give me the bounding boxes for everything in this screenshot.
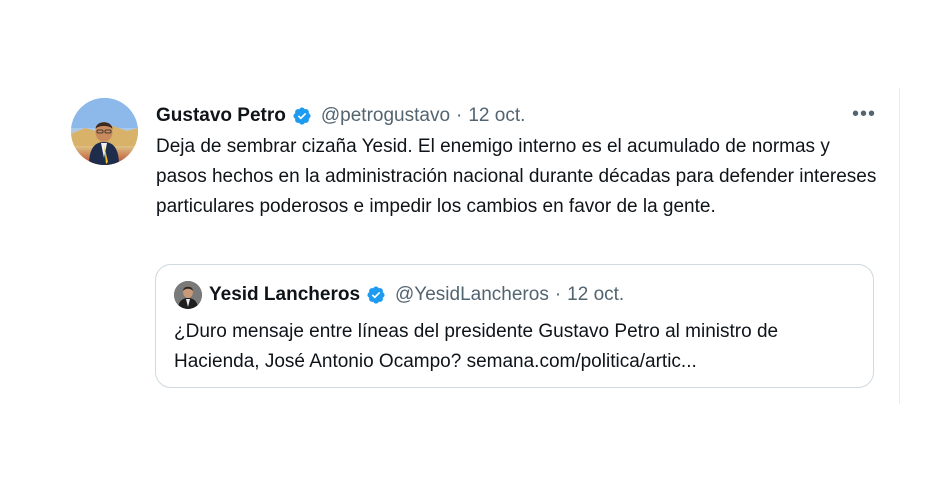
quoted-author-name: Yesid Lancheros	[209, 284, 361, 305]
quoted-tweet[interactable]: Yesid Lancheros @YesidLancheros · 12 oct…	[155, 264, 874, 388]
quoted-tweet-header: Yesid Lancheros @YesidLancheros · 12 oct…	[209, 282, 624, 308]
tweet-header: Gustavo Petro @petrogustavo · 12 oct.	[156, 102, 525, 130]
quoted-tweet-date: 12 oct.	[567, 284, 625, 305]
tweet[interactable]: Gustavo Petro @petrogustavo · 12 oct. ••…	[0, 0, 950, 482]
author-handle[interactable]: @petrogustavo	[321, 105, 450, 127]
quoted-avatar[interactable]	[174, 281, 202, 309]
separator-dot: ·	[554, 284, 562, 305]
column-divider	[899, 88, 900, 404]
quoted-tweet-text: ¿Duro mensaje entre líneas del president…	[174, 321, 779, 372]
author-name[interactable]: Gustavo Petro	[156, 105, 286, 127]
verified-badge-icon	[292, 106, 312, 126]
tweet-date[interactable]: 12 oct.	[468, 105, 525, 127]
tweet-text: Deja de sembrar cizaña Yesid. El enemigo…	[156, 136, 877, 217]
more-options-icon[interactable]: •••	[848, 100, 880, 128]
verified-badge-icon	[366, 285, 386, 305]
separator-dot: ·	[456, 105, 463, 126]
quoted-author-handle: @YesidLancheros	[395, 284, 549, 305]
avatar[interactable]	[71, 98, 138, 165]
